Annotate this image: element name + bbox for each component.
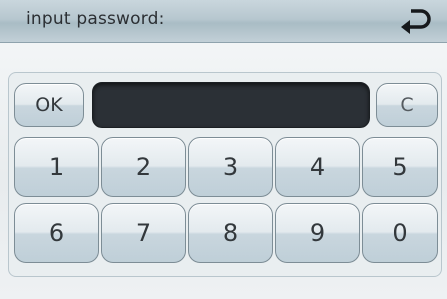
return-arrow-icon	[401, 9, 431, 34]
digit-key-5[interactable]: 5	[362, 137, 438, 197]
page-title: input password:	[26, 9, 165, 29]
digit-key-1[interactable]: 1	[14, 137, 99, 197]
clear-button[interactable]: C	[376, 83, 438, 127]
digit-key-7[interactable]: 7	[101, 203, 186, 263]
digit-key-4[interactable]: 4	[275, 137, 360, 197]
digit-key-8[interactable]: 8	[188, 203, 273, 263]
digit-key-0[interactable]: 0	[362, 203, 438, 263]
digit-key-2[interactable]: 2	[101, 137, 186, 197]
password-display[interactable]	[92, 82, 370, 128]
title-bar: input password:	[0, 0, 447, 43]
digit-key-9[interactable]: 9	[275, 203, 360, 263]
digit-key-3[interactable]: 3	[188, 137, 273, 197]
password-screen: input password: OK C 1 2 3 4 5 6 7 8 9 0	[0, 0, 447, 299]
ok-button[interactable]: OK	[14, 83, 84, 127]
digit-key-6[interactable]: 6	[14, 203, 99, 263]
back-button[interactable]	[397, 4, 433, 38]
